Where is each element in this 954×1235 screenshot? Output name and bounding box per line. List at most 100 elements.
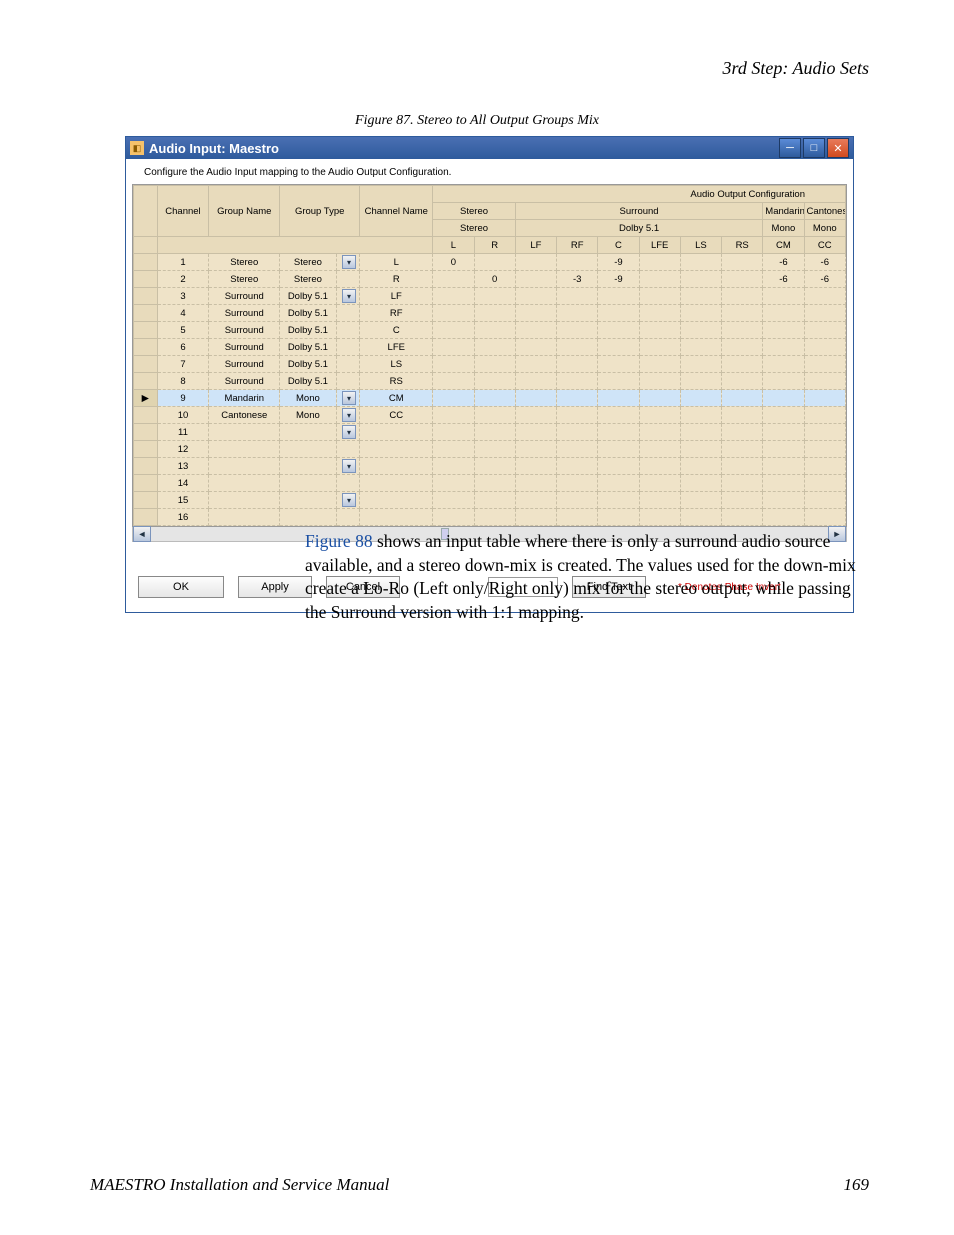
mix-value-cell[interactable]	[474, 339, 515, 356]
mix-value-cell[interactable]	[639, 458, 680, 475]
mix-value-cell[interactable]	[598, 441, 639, 458]
mix-value-cell[interactable]	[474, 288, 515, 305]
mix-value-cell[interactable]	[598, 305, 639, 322]
mix-value-cell[interactable]: 0	[474, 271, 515, 288]
mix-value-cell[interactable]	[763, 356, 804, 373]
mix-value-cell[interactable]	[433, 475, 474, 492]
mix-value-cell[interactable]	[722, 492, 763, 509]
cell-channel[interactable]: 15	[157, 492, 209, 509]
mix-value-cell[interactable]	[639, 288, 680, 305]
cell-group-name[interactable]	[209, 424, 280, 441]
mix-value-cell[interactable]: -6	[804, 271, 845, 288]
cell-group-type[interactable]	[280, 441, 337, 458]
group-type-dropdown[interactable]: ▾	[336, 492, 360, 509]
cell-group-type[interactable]	[280, 509, 337, 526]
table-row[interactable]: 10CantoneseMono▾CC	[134, 407, 846, 424]
mix-value-cell[interactable]	[680, 271, 721, 288]
table-row[interactable]: 2StereoStereoR0-3-9-6-6	[134, 271, 846, 288]
mix-value-cell[interactable]	[433, 305, 474, 322]
mix-value-cell[interactable]	[804, 424, 845, 441]
mix-value-cell[interactable]	[433, 509, 474, 526]
chevron-down-icon[interactable]: ▾	[342, 391, 356, 405]
cell-group-name[interactable]: Surround	[209, 322, 280, 339]
cell-group-name[interactable]: Surround	[209, 373, 280, 390]
mix-value-cell[interactable]	[557, 492, 598, 509]
mix-value-cell[interactable]	[763, 509, 804, 526]
cell-group-name[interactable]: Surround	[209, 288, 280, 305]
mix-value-cell[interactable]	[680, 509, 721, 526]
mix-value-cell[interactable]	[598, 407, 639, 424]
mix-value-cell[interactable]	[474, 390, 515, 407]
mix-value-cell[interactable]	[515, 339, 556, 356]
mix-value-cell[interactable]	[804, 475, 845, 492]
mix-value-cell[interactable]	[722, 475, 763, 492]
mix-value-cell[interactable]	[598, 390, 639, 407]
mix-value-cell[interactable]	[474, 492, 515, 509]
cell-group-type[interactable]	[280, 458, 337, 475]
mix-value-cell[interactable]	[433, 390, 474, 407]
cell-group-type[interactable]: Dolby 5.1	[280, 339, 337, 356]
cell-group-type[interactable]: Dolby 5.1	[280, 322, 337, 339]
mix-value-cell[interactable]	[433, 356, 474, 373]
mix-value-cell[interactable]	[474, 475, 515, 492]
mix-value-cell[interactable]	[474, 407, 515, 424]
mix-value-cell[interactable]	[515, 509, 556, 526]
cell-channel-name[interactable]: C	[360, 322, 433, 339]
mix-value-cell[interactable]	[722, 509, 763, 526]
cell-channel[interactable]: 9	[157, 390, 209, 407]
mix-value-cell[interactable]	[474, 424, 515, 441]
chevron-down-icon[interactable]: ▾	[342, 289, 356, 303]
cell-channel[interactable]: 1	[157, 254, 209, 271]
mix-value-cell[interactable]	[515, 356, 556, 373]
mix-value-cell[interactable]	[680, 424, 721, 441]
cell-channel-name[interactable]	[360, 509, 433, 526]
mix-value-cell[interactable]	[722, 407, 763, 424]
mix-value-cell[interactable]	[680, 305, 721, 322]
cell-channel[interactable]: 13	[157, 458, 209, 475]
mix-value-cell[interactable]	[722, 424, 763, 441]
mix-value-cell[interactable]	[474, 254, 515, 271]
mix-value-cell[interactable]	[722, 339, 763, 356]
apply-button[interactable]: Apply	[238, 576, 312, 598]
mix-value-cell[interactable]	[763, 339, 804, 356]
mix-value-cell[interactable]	[557, 305, 598, 322]
mix-value-cell[interactable]	[598, 424, 639, 441]
table-row[interactable]: 5SurroundDolby 5.1C	[134, 322, 846, 339]
cell-channel-name[interactable]: RF	[360, 305, 433, 322]
mix-value-cell[interactable]	[515, 407, 556, 424]
group-type-dropdown[interactable]: ▾	[336, 424, 360, 441]
cell-channel-name[interactable]: LFE	[360, 339, 433, 356]
cell-group-name[interactable]	[209, 492, 280, 509]
table-row[interactable]: 15 ▾	[134, 492, 846, 509]
cell-channel-name[interactable]: L	[360, 254, 433, 271]
cell-channel-name[interactable]	[360, 424, 433, 441]
mix-value-cell[interactable]	[639, 441, 680, 458]
mix-value-cell[interactable]	[557, 373, 598, 390]
mix-value-cell[interactable]	[515, 305, 556, 322]
mix-value-cell[interactable]	[515, 458, 556, 475]
mix-value-cell[interactable]	[763, 322, 804, 339]
cell-group-name[interactable]: Surround	[209, 356, 280, 373]
minimize-button[interactable]: ─	[779, 138, 801, 158]
mix-value-cell[interactable]	[722, 373, 763, 390]
mix-value-cell[interactable]	[557, 407, 598, 424]
mix-value-cell[interactable]	[680, 441, 721, 458]
mix-value-cell[interactable]: -9	[598, 271, 639, 288]
cell-channel-name[interactable]: CC	[360, 407, 433, 424]
mix-value-cell[interactable]	[804, 458, 845, 475]
mix-value-cell[interactable]	[763, 373, 804, 390]
cell-group-type[interactable]	[280, 424, 337, 441]
cell-group-name[interactable]: Surround	[209, 305, 280, 322]
table-row[interactable]: 4SurroundDolby 5.1RF	[134, 305, 846, 322]
mix-value-cell[interactable]: -9	[598, 254, 639, 271]
mix-value-cell[interactable]	[598, 458, 639, 475]
mix-value-cell[interactable]	[804, 492, 845, 509]
mix-value-cell[interactable]	[515, 322, 556, 339]
cell-group-name[interactable]: Cantonese	[209, 407, 280, 424]
mix-value-cell[interactable]	[515, 441, 556, 458]
mix-value-cell[interactable]	[680, 373, 721, 390]
mix-value-cell[interactable]	[804, 509, 845, 526]
cell-group-name[interactable]: Mandarin	[209, 390, 280, 407]
cell-group-type[interactable]: Mono	[280, 390, 337, 407]
cell-group-name[interactable]	[209, 475, 280, 492]
